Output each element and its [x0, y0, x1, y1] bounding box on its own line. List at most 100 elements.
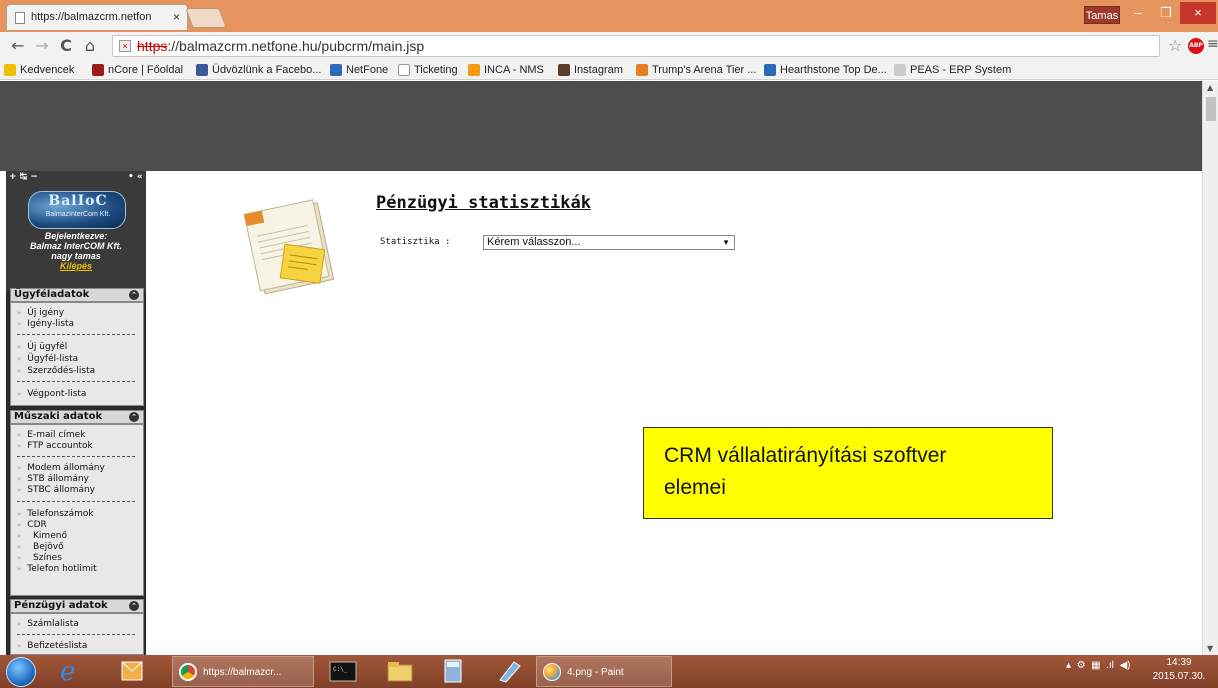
left-sidebar: + ↹ − • « BalIoC BalmazInterCom Kft. Bej…	[6, 171, 146, 655]
tab-close-icon[interactable]: ×	[173, 10, 180, 24]
collapse-icon[interactable]: ⌃	[129, 412, 139, 422]
menu-cdr[interactable]: » CDR	[17, 520, 47, 530]
taskbar-paint-window[interactable]: 4.png - Paint	[536, 656, 672, 687]
bookmark-star-icon[interactable]: ☆	[1168, 36, 1182, 55]
system-tray[interactable]: ▴ ⚙ ▦ .ıl ◀)	[1066, 660, 1130, 671]
svg-text:e: e	[60, 657, 75, 686]
divider	[17, 334, 135, 335]
internet-explorer-icon[interactable]: e	[50, 656, 92, 686]
menu-uj-igeny[interactable]: » Új igény	[17, 308, 64, 318]
bookmark-folder[interactable]: Kedvencek	[4, 62, 74, 78]
page-title: Pénzügyi statisztikák	[376, 193, 591, 213]
page-header-banner	[0, 81, 1202, 171]
section-muszaki-adatok[interactable]: Műszaki adatok ⌃	[10, 410, 144, 424]
bookmark-item[interactable]: Üdvözlünk a Facebo...	[196, 62, 321, 78]
snipping-tool-icon[interactable]	[488, 656, 530, 686]
menu-icon[interactable]: ≡	[1207, 36, 1218, 52]
collapse-icon[interactable]: ⌃	[129, 290, 139, 300]
logout-link[interactable]: Kilépés	[60, 261, 92, 271]
menu-uj-ugyfel[interactable]: » Új ügyfél	[17, 342, 67, 352]
section-body: » E-mail címek » FTP accountok » Modem állo…	[10, 424, 144, 596]
peas-icon	[894, 64, 906, 76]
browser-titlebar: https://balmazcrm.netfon × Tamas – ❐ ×	[0, 0, 1218, 32]
menu-modem-allomany[interactable]: » Modem állomány	[17, 463, 105, 473]
vertical-scrollbar[interactable]: ▲ ▼	[1202, 81, 1218, 655]
scroll-up-icon[interactable]: ▲	[1207, 83, 1213, 92]
windows-taskbar: e https://balmazcr... C:\_ 4.png - Paint	[0, 655, 1218, 688]
divider	[17, 381, 135, 382]
callout-line-1: CRM vállalatirányítási szoftver	[664, 444, 947, 467]
inca-icon	[468, 64, 480, 76]
bookmarks-bar: Kedvencek nCore | Főoldal Üdvözlünk a Fa…	[0, 60, 1218, 80]
menu-szamlalista[interactable]: » Számlalista	[17, 619, 79, 629]
browser-toolbar: ← → C ⌂ × https://balmazcrm.netfone.hu/p…	[0, 32, 1218, 60]
menu-stb-allomany[interactable]: » STB állomány	[17, 474, 89, 484]
collapse-icon[interactable]: ⌃	[129, 601, 139, 611]
section-penzugyi-adatok[interactable]: Pénzügyi adatok ⌃	[10, 599, 144, 613]
menu-kimeno[interactable]: » Kimenő	[17, 531, 67, 541]
bookmark-item[interactable]: Trump's Arena Tier ...	[636, 62, 756, 78]
url-path: ://balmazcrm.netfone.hu/pubcrm/main.jsp	[167, 38, 425, 54]
bookmark-item[interactable]: Instagram	[558, 62, 623, 78]
bookmark-item[interactable]: NetFone	[330, 62, 388, 78]
menu-telefon-hotlimit[interactable]: » Telefon hotlimit	[17, 564, 97, 574]
section-ugyfeladatok[interactable]: Ügyféladatok ⌃	[10, 288, 144, 302]
forward-icon[interactable]: →	[32, 35, 52, 57]
minimize-button[interactable]: –	[1124, 2, 1152, 24]
divider	[17, 634, 135, 635]
menu-stbc-allomany[interactable]: » STBC állomány	[17, 485, 95, 495]
sidebar-controls[interactable]: + ↹ −	[9, 172, 38, 182]
bookmark-item[interactable]: nCore | Főoldal	[92, 62, 183, 78]
document-note-icon	[243, 199, 335, 295]
sidebar-header: + ↹ − • « BalIoC BalmazInterCom Kft. Bej…	[6, 171, 146, 291]
bookmark-item[interactable]: Hearthstone Top De...	[764, 62, 887, 78]
reload-icon[interactable]: C	[56, 35, 76, 57]
menu-ftp-accountok[interactable]: » FTP accountok	[17, 441, 93, 451]
adblock-icon[interactable]: ABP	[1188, 38, 1204, 54]
menu-telefonszamok[interactable]: » Telefonszámok	[17, 509, 94, 519]
main-content: Pénzügyi statisztikák Statisztika : Kére…	[146, 171, 1202, 655]
menu-ugyfel-lista[interactable]: » Ügyfél-lista	[17, 354, 78, 364]
back-icon[interactable]: ←	[8, 35, 28, 57]
bookmark-item[interactable]: Ticketing	[398, 62, 458, 78]
close-window-button[interactable]: ×	[1180, 2, 1216, 24]
bookmark-item[interactable]: PEAS - ERP System	[894, 62, 1011, 78]
restore-button[interactable]: ❐	[1152, 2, 1180, 24]
statistics-select[interactable]: Kérem válasszon... ▼	[483, 235, 735, 250]
calculator-icon[interactable]	[432, 656, 474, 686]
outlook-icon[interactable]	[110, 656, 152, 686]
hearthstone-icon	[764, 64, 776, 76]
page-icon	[15, 12, 25, 24]
menu-bejovo[interactable]: » Bejövő	[17, 542, 64, 552]
facebook-icon	[196, 64, 208, 76]
menu-igeny-lista[interactable]: » Igény-lista	[17, 319, 74, 329]
login-label: Bejelentkezve:	[44, 231, 108, 241]
taskbar-clock[interactable]: 14:39 2015.07.30.	[1148, 656, 1210, 684]
section-body: » Új igény » Igény-lista » Új ügyfél » Ügyfé…	[10, 302, 144, 406]
scroll-down-icon[interactable]: ▼	[1207, 644, 1213, 653]
sidebar-collapse-icon[interactable]: • «	[128, 172, 143, 182]
taskbar-chrome-window[interactable]: https://balmazcr...	[172, 656, 314, 687]
paint-icon	[543, 663, 561, 681]
profile-badge[interactable]: Tamas	[1084, 6, 1120, 24]
insecure-lock-icon: ×	[119, 40, 131, 52]
menu-vegpont-lista[interactable]: » Végpont-lista	[17, 389, 86, 399]
tab-title: https://balmazcrm.netfon	[31, 11, 152, 23]
page-icon	[398, 64, 410, 76]
address-bar[interactable]: × https://balmazcrm.netfone.hu/pubcrm/ma…	[112, 35, 1160, 57]
trump-icon	[636, 64, 648, 76]
bookmark-item[interactable]: INCA - NMS	[468, 62, 544, 78]
menu-szerzodes-lista[interactable]: » Szerződés-lista	[17, 366, 95, 376]
scroll-thumb[interactable]	[1206, 97, 1216, 121]
menu-befizeteslista[interactable]: » Befizetéslista	[17, 641, 87, 651]
command-prompt-icon[interactable]: C:\_	[322, 656, 364, 686]
new-tab-button[interactable]	[185, 8, 227, 28]
instagram-icon	[558, 64, 570, 76]
home-icon[interactable]: ⌂	[80, 35, 100, 57]
start-button[interactable]	[6, 657, 36, 687]
browser-tab[interactable]: https://balmazcrm.netfon ×	[6, 4, 188, 30]
menu-szines[interactable]: » Színes	[17, 553, 62, 563]
menu-email-cimek[interactable]: » E-mail címek	[17, 430, 85, 440]
file-explorer-icon[interactable]	[378, 656, 420, 686]
user-name: nagy tamas	[51, 251, 101, 261]
